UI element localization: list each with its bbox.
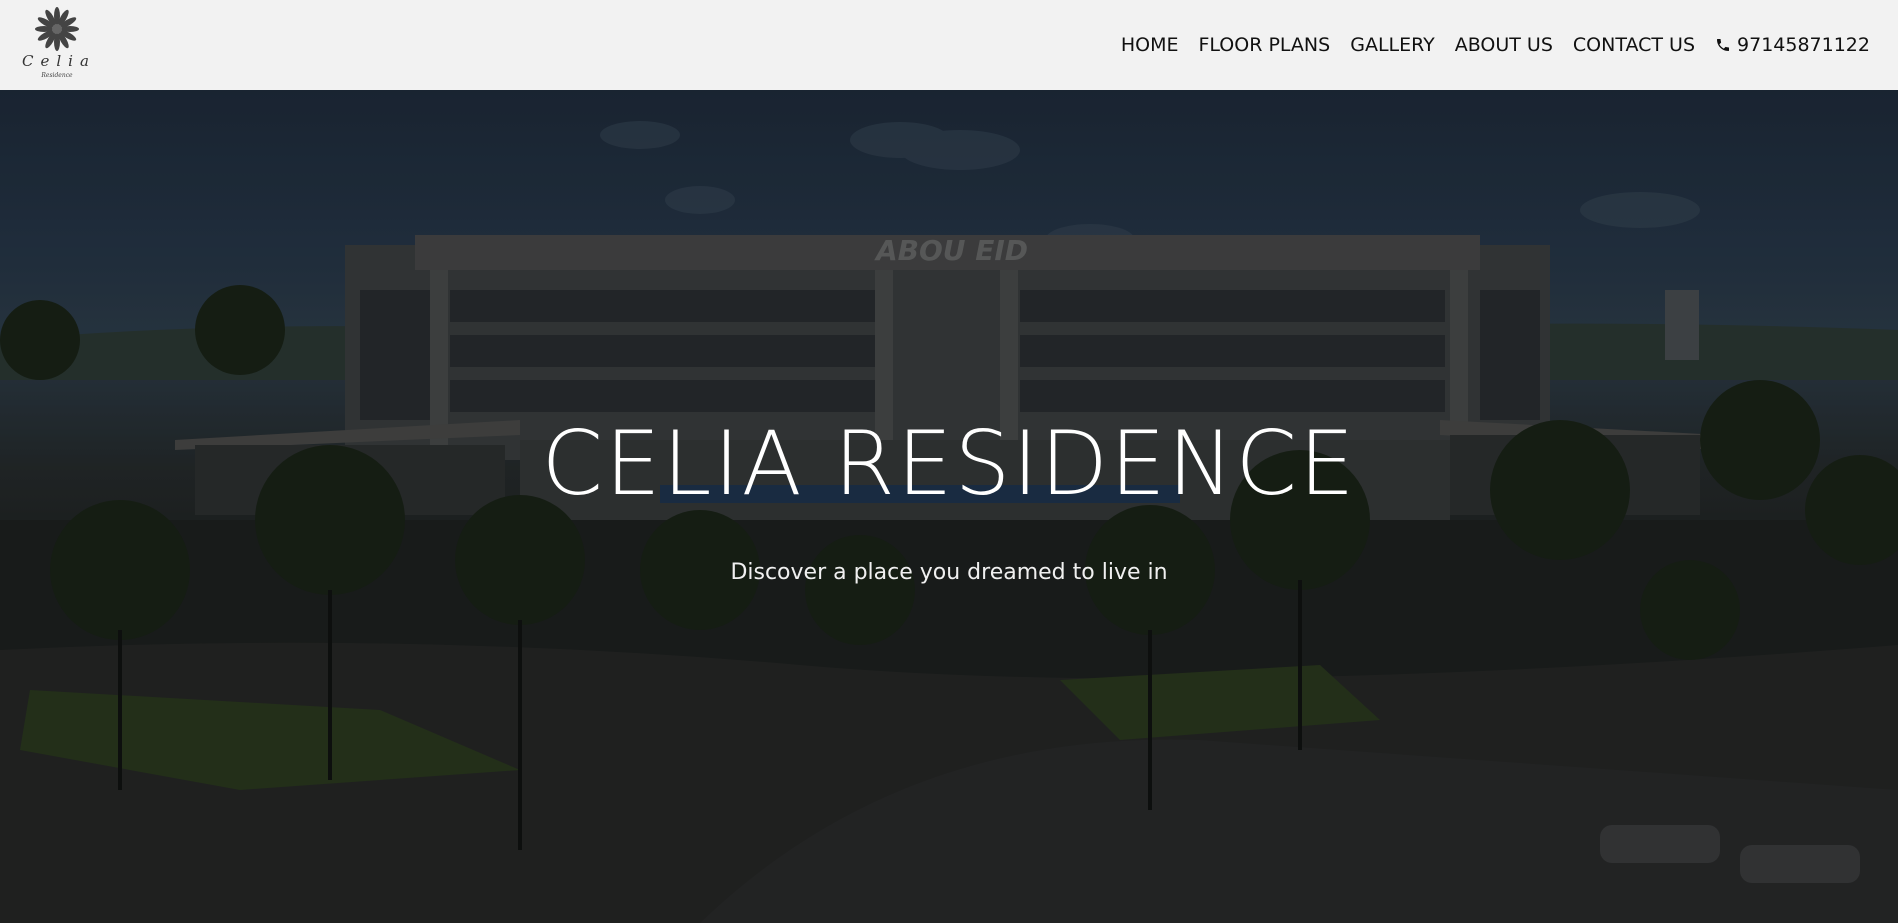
phone-icon: [1717, 39, 1730, 51]
logo-tagline: Residence: [41, 72, 73, 79]
nav-phone-link[interactable]: 97145871122: [1715, 34, 1870, 56]
nav-gallery[interactable]: GALLERY: [1350, 34, 1435, 56]
nav-home[interactable]: HOME: [1121, 34, 1179, 56]
hero-subtitle: Discover a place you dreamed to live in: [730, 560, 1168, 585]
phone-number: 97145871122: [1737, 34, 1870, 56]
hero-title: CELIA RESIDENCE: [541, 412, 1357, 515]
logo-name: Celia: [22, 52, 96, 70]
nav-about-us[interactable]: ABOUT US: [1455, 34, 1553, 56]
site-header: Celia Residence HOME FLOOR PLANS GALLERY…: [0, 0, 1898, 90]
flower-logo-icon: [35, 7, 79, 51]
hero-banner: ABOU EID CELIA RESIDENCE Discover a plac…: [0, 90, 1898, 923]
nav-floor-plans[interactable]: FLOOR PLANS: [1198, 34, 1330, 56]
nav-contact-us[interactable]: CONTACT US: [1573, 34, 1695, 56]
main-nav: HOME FLOOR PLANS GALLERY ABOUT US CONTAC…: [1121, 30, 1870, 60]
logo[interactable]: Celia Residence: [22, 6, 92, 84]
